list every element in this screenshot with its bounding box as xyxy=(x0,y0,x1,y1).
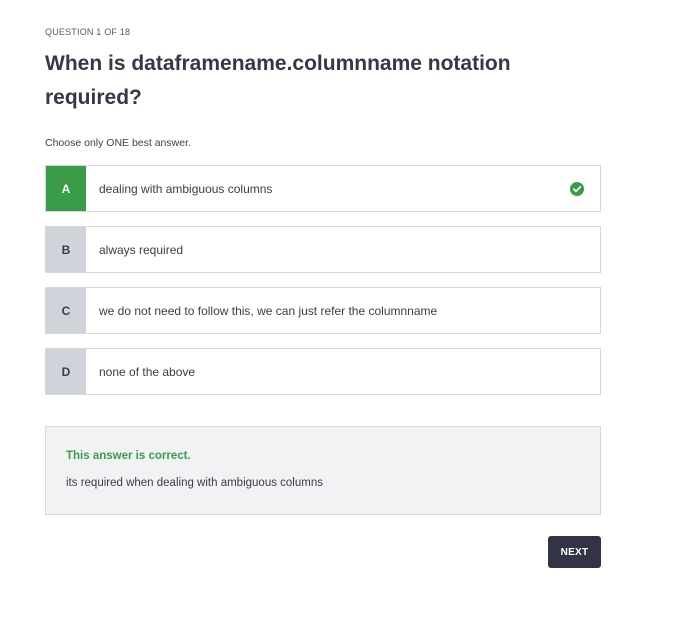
option-label: we do not need to follow this, we can ju… xyxy=(99,303,438,318)
option-label: dealing with ambiguous columns xyxy=(99,181,273,196)
option-letter: D xyxy=(46,349,86,394)
option-c[interactable]: C we do not need to follow this, we can … xyxy=(45,287,601,334)
option-d[interactable]: D none of the above xyxy=(45,348,601,395)
option-b[interactable]: B always required xyxy=(45,226,601,273)
option-letter: B xyxy=(46,227,86,272)
answer-options: A dealing with ambiguous columns B alway… xyxy=(45,165,601,409)
option-letter: A xyxy=(46,166,86,211)
feedback-explanation: its required when dealing with ambiguous… xyxy=(66,477,323,489)
next-button[interactable]: NEXT xyxy=(548,536,601,568)
answer-feedback-panel: This answer is correct. its required whe… xyxy=(45,426,601,515)
option-label: always required xyxy=(99,242,184,257)
check-circle-icon xyxy=(570,181,584,196)
option-a[interactable]: A dealing with ambiguous columns xyxy=(45,165,601,212)
option-label: none of the above xyxy=(99,364,196,379)
feedback-title: This answer is correct. xyxy=(66,450,191,462)
option-letter: C xyxy=(46,288,86,333)
question-counter: QUESTION 1 OF 18 xyxy=(45,27,131,37)
answer-instruction: Choose only ONE best answer. xyxy=(45,137,191,149)
question-title: When is dataframename.columnname notatio… xyxy=(45,52,511,109)
